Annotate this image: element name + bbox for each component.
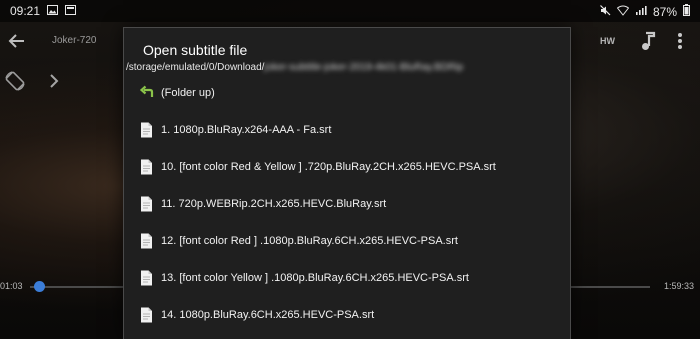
file-icon: [140, 270, 153, 286]
file-icon: [140, 196, 153, 212]
battery-icon: [683, 4, 690, 19]
file-name: 11. 720p.WEBRip.2CH.x265.HEVC.BluRay.srt: [161, 197, 387, 210]
folder-up-label: (Folder up): [161, 86, 215, 99]
file-icon: [140, 233, 153, 249]
file-name: 13. [font color Yellow ] .1080p.BluRay.6…: [161, 271, 469, 284]
file-icon: [140, 159, 153, 175]
hw-decoder-button[interactable]: HW: [600, 36, 615, 46]
file-item[interactable]: 14. 1080p.BluRay.6CH.x265.HEVC-PSA.srt: [124, 296, 570, 333]
file-icon: [140, 122, 153, 138]
path-text: /storage/emulated/0/Download/: [126, 62, 265, 73]
seek-thumb[interactable]: [34, 281, 45, 292]
open-subtitle-dialog: Open subtitle file /storage/emulated/0/D…: [123, 27, 571, 339]
file-item[interactable]: 1. 1080p.BluRay.x264-AAA - Fa.srt: [124, 111, 570, 148]
mute-icon: [600, 4, 611, 19]
file-item[interactable]: 11. 720p.WEBRip.2CH.x265.HEVC.BluRay.srt: [124, 185, 570, 222]
notification-icon: [65, 4, 77, 18]
signal-icon: [635, 5, 647, 19]
file-icon: [140, 307, 153, 323]
file-item[interactable]: 10. [font color Red & Yellow ] .720p.Blu…: [124, 148, 570, 185]
music-note-icon[interactable]: [640, 31, 656, 51]
dialog-title: Open subtitle file: [143, 42, 248, 58]
battery-percent: 87%: [652, 4, 677, 19]
file-item[interactable]: 13. [font color Yellow ] .1080p.BluRay.6…: [124, 259, 570, 296]
wifi-icon: [616, 5, 630, 19]
file-name: 14. 1080p.BluRay.6CH.x265.HEVC-PSA.srt: [161, 308, 375, 321]
status-bar: 09:21 87%: [0, 0, 700, 22]
status-time: 09:21: [10, 4, 41, 18]
folder-up-arrow-icon: [139, 85, 154, 101]
back-arrow-icon[interactable]: [6, 30, 28, 52]
file-name: 10. [font color Red & Yellow ] .720p.Blu…: [161, 160, 496, 173]
gallery-icon: [47, 4, 59, 18]
file-name: 12. [font color Red ] .1080p.BluRay.6CH.…: [161, 234, 458, 247]
file-name: 1. 1080p.BluRay.x264-AAA - Fa.srt: [161, 123, 332, 136]
chevron-right-icon[interactable]: [48, 73, 60, 89]
file-list: (Folder up) 1. 1080p.BluRay.x264-AAA - F…: [124, 74, 570, 333]
folder-up-item[interactable]: (Folder up): [124, 74, 570, 111]
elapsed-time: 01:03: [0, 281, 23, 291]
overflow-menu-icon[interactable]: [676, 31, 684, 51]
screen-rotate-icon[interactable]: [4, 70, 26, 92]
current-path: /storage/emulated/0/Download/joker-subti…: [126, 62, 463, 73]
total-time: 1:59:33: [663, 281, 694, 291]
path-blurred-folder: joker-subtitle-joker-2019-4k01-BluRay.BD…: [264, 62, 464, 73]
video-title: Joker-720: [52, 35, 97, 46]
file-item[interactable]: 12. [font color Red ] .1080p.BluRay.6CH.…: [124, 222, 570, 259]
